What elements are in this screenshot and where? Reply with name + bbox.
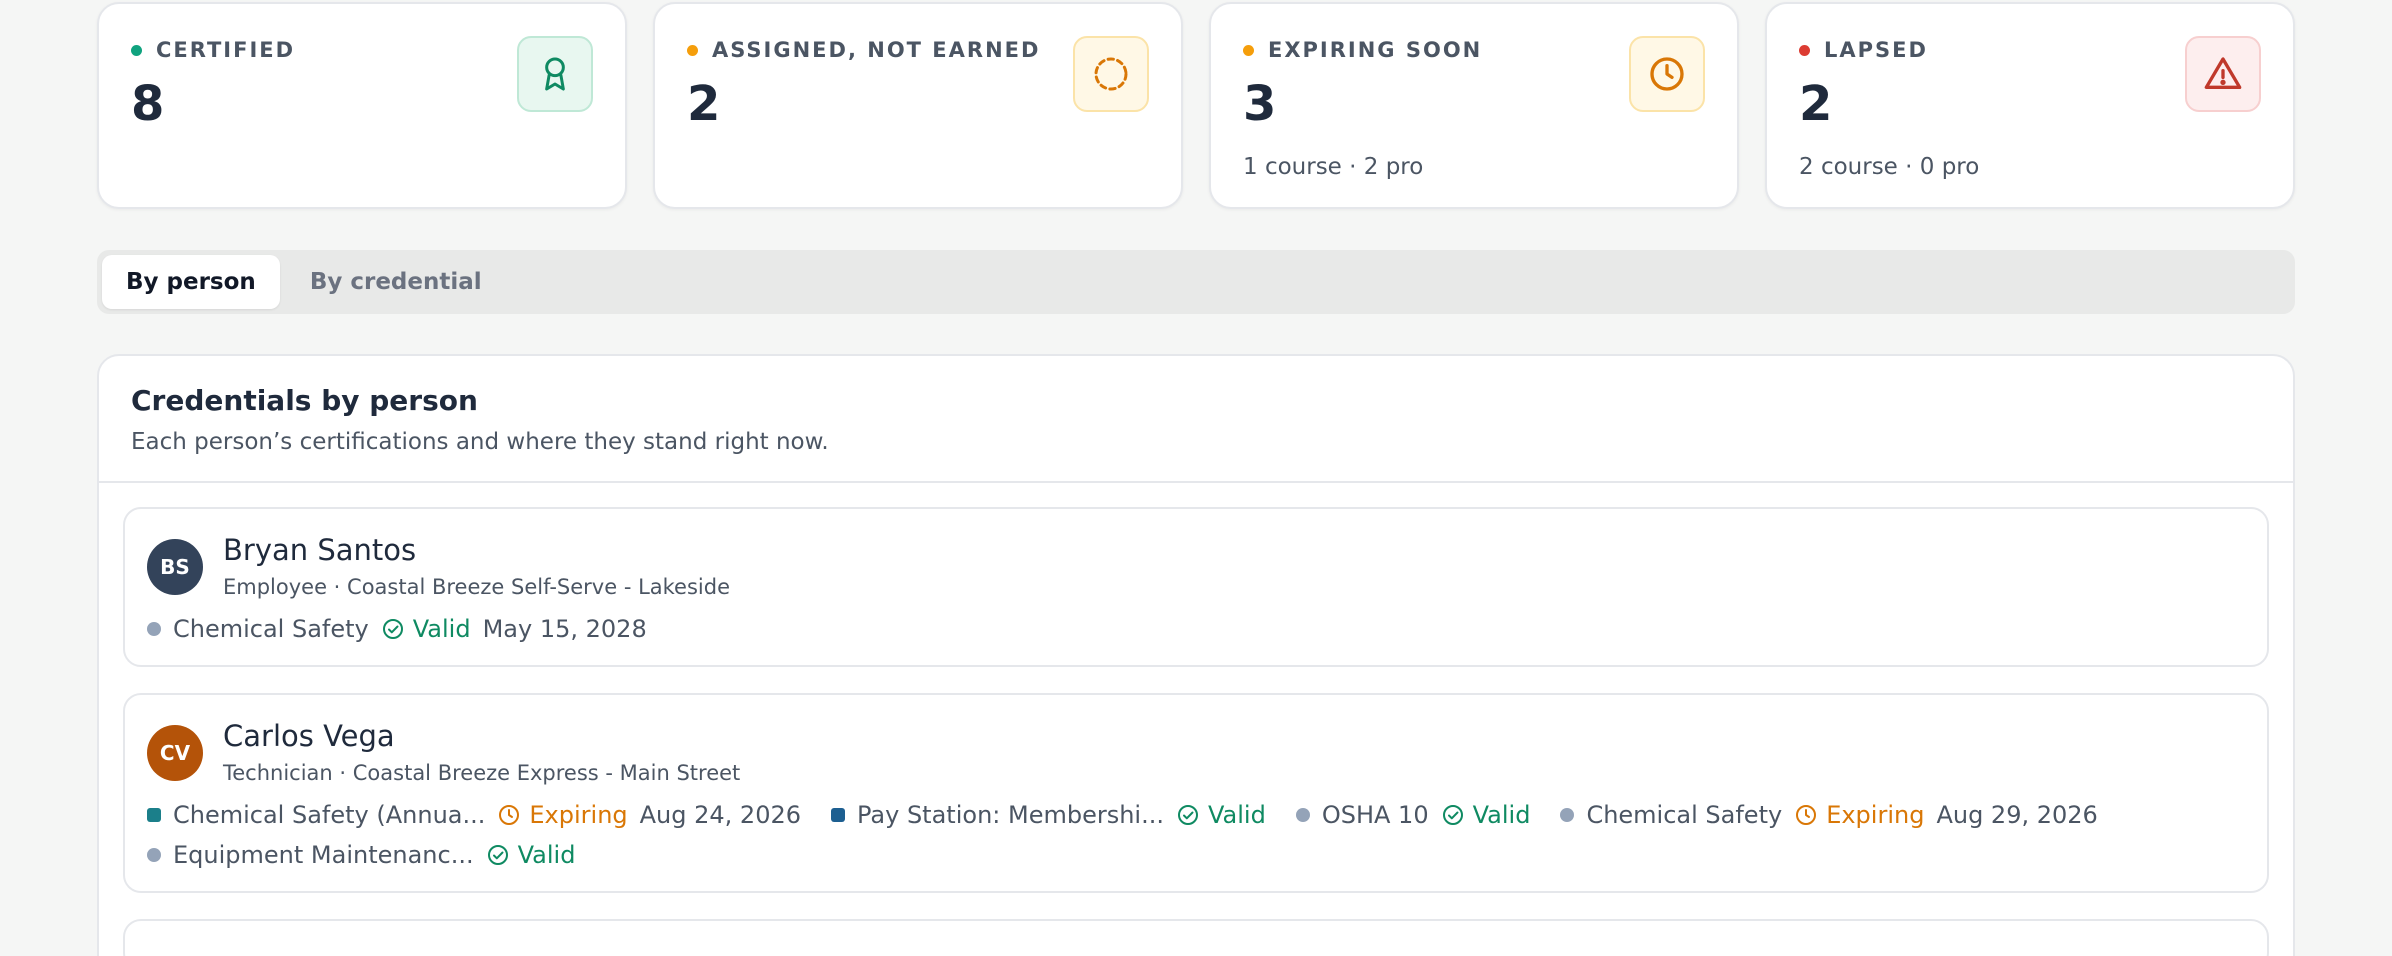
credential-item[interactable]: Chemical Safety Valid May 15, 2028 (147, 615, 647, 643)
person-info: Carlos Vega Technician · Coastal Breeze … (223, 718, 741, 785)
avatar: CV (147, 724, 203, 781)
person-info: Bryan Santos Employee · Coastal Breeze S… (223, 533, 730, 599)
person-header: CV Carlos Vega Technician · Coastal Bree… (147, 718, 2245, 785)
credentials-panel: Credentials by person Each person’s cert… (97, 354, 2295, 956)
stat-card-assigned[interactable]: ASSIGNED, NOT EARNED 2 (653, 2, 1183, 209)
people-list: BS Bryan Santos Employee · Coastal Breez… (99, 507, 2293, 893)
stat-card-lapsed[interactable]: LAPSED 2 2 course · 0 pro (1765, 2, 2295, 209)
ribbon-icon (517, 36, 593, 112)
check-circle-icon (381, 617, 405, 641)
status-dot (131, 44, 142, 56)
circle-marker-icon (1295, 807, 1310, 822)
status-label: Expiring (1826, 800, 1925, 829)
panel-header: Credentials by person Each person’s cert… (99, 356, 2293, 483)
stat-sub: 2 course · 0 pro (1799, 154, 1980, 180)
person-card[interactable]: CV Carlos Vega Technician · Coastal Bree… (123, 692, 2269, 893)
person-meta: Employee · Coastal Breeze Self-Serve - L… (223, 574, 730, 599)
stat-label: EXPIRING SOON (1268, 38, 1483, 62)
person-name: Carlos Vega (223, 718, 395, 753)
panel-title: Credentials by person (131, 384, 478, 417)
view-tabs: By person By credential (97, 250, 2295, 314)
status-dot (1243, 44, 1254, 56)
check-circle-icon (1441, 803, 1465, 827)
credential-item[interactable]: Chemical Safety (Annua... Expiring Aug 2… (147, 801, 801, 829)
status-dot (1799, 44, 1810, 56)
person-header: BS Bryan Santos Employee · Coastal Breez… (147, 533, 2245, 599)
circle-marker-icon (1560, 807, 1575, 822)
status-badge: Expiring (497, 800, 628, 829)
status-label: Valid (1472, 800, 1531, 829)
person-meta: Technician · Coastal Breeze Express - Ma… (223, 760, 741, 785)
tab-by-person[interactable]: By person (102, 255, 280, 309)
credential-item[interactable]: Equipment Maintenanc... Valid (147, 841, 575, 869)
clock-icon (1629, 36, 1705, 112)
person-card-partial (123, 918, 2269, 956)
credential-item[interactable]: Pay Station: Membershi... Valid (831, 801, 1266, 829)
status-badge: Expiring (1794, 801, 1924, 829)
status-badge: Valid (1441, 800, 1531, 829)
status-label: Valid (517, 840, 576, 869)
status-dot (687, 44, 698, 56)
square-marker-icon (147, 807, 161, 822)
avatar: BS (147, 538, 203, 595)
stats-row: CERTIFIED 8 ASSIGNED, NOT EARNED 2 EXPIR… (97, 2, 2295, 209)
credential-name: Pay Station: Membershi... (857, 800, 1164, 829)
tab-by-credential[interactable]: By credential (286, 255, 506, 309)
status-badge: Valid (1176, 801, 1266, 829)
credential-item[interactable]: OSHA 10 Valid (1295, 800, 1531, 829)
stat-label: ASSIGNED, NOT EARNED (712, 38, 1041, 62)
person-card[interactable]: BS Bryan Santos Employee · Coastal Breez… (123, 507, 2269, 667)
stat-sub: 1 course · 2 pro (1243, 154, 1424, 180)
check-circle-icon (1176, 803, 1200, 827)
status-label: Expiring (529, 800, 628, 829)
square-marker-icon (831, 807, 846, 822)
expiry-date: May 15, 2028 (482, 614, 647, 643)
credential-list: Chemical Safety Valid May 15, 2028 (147, 615, 2245, 643)
stat-card-certified[interactable]: CERTIFIED 8 (97, 2, 627, 209)
stat-label: CERTIFIED (156, 38, 296, 62)
status-label: Valid (1207, 800, 1266, 829)
clock-icon (1794, 803, 1818, 827)
clock-icon (497, 803, 521, 827)
credential-item[interactable]: Chemical Safety Expiring Aug 29, 2026 (1560, 800, 2098, 829)
status-badge: Valid (486, 840, 576, 869)
status-badge: Valid (381, 615, 471, 643)
credential-name: Equipment Maintenanc... (173, 840, 474, 869)
dashed-circle-icon (1073, 36, 1149, 112)
warning-icon (2185, 36, 2261, 112)
expiry-date: Aug 29, 2026 (1936, 800, 2098, 829)
status-label: Valid (412, 614, 471, 643)
expiry-date: Aug 24, 2026 (639, 800, 802, 829)
credential-name: OSHA 10 (1321, 800, 1429, 829)
credential-name: Chemical Safety (173, 614, 369, 643)
credential-name: Chemical Safety (Annua... (173, 800, 486, 829)
credential-name: Chemical Safety (1586, 800, 1783, 829)
stat-card-expiring[interactable]: EXPIRING SOON 3 1 course · 2 pro (1209, 2, 1739, 209)
circle-marker-icon (147, 847, 161, 862)
stat-label: LAPSED (1824, 38, 1928, 62)
circle-marker-icon (147, 621, 161, 636)
person-name: Bryan Santos (223, 533, 417, 567)
panel-subtitle: Each person’s certifications and where t… (131, 429, 829, 455)
check-circle-icon (486, 843, 510, 867)
credential-list: Chemical Safety (Annua... Expiring Aug 2… (147, 801, 2245, 869)
